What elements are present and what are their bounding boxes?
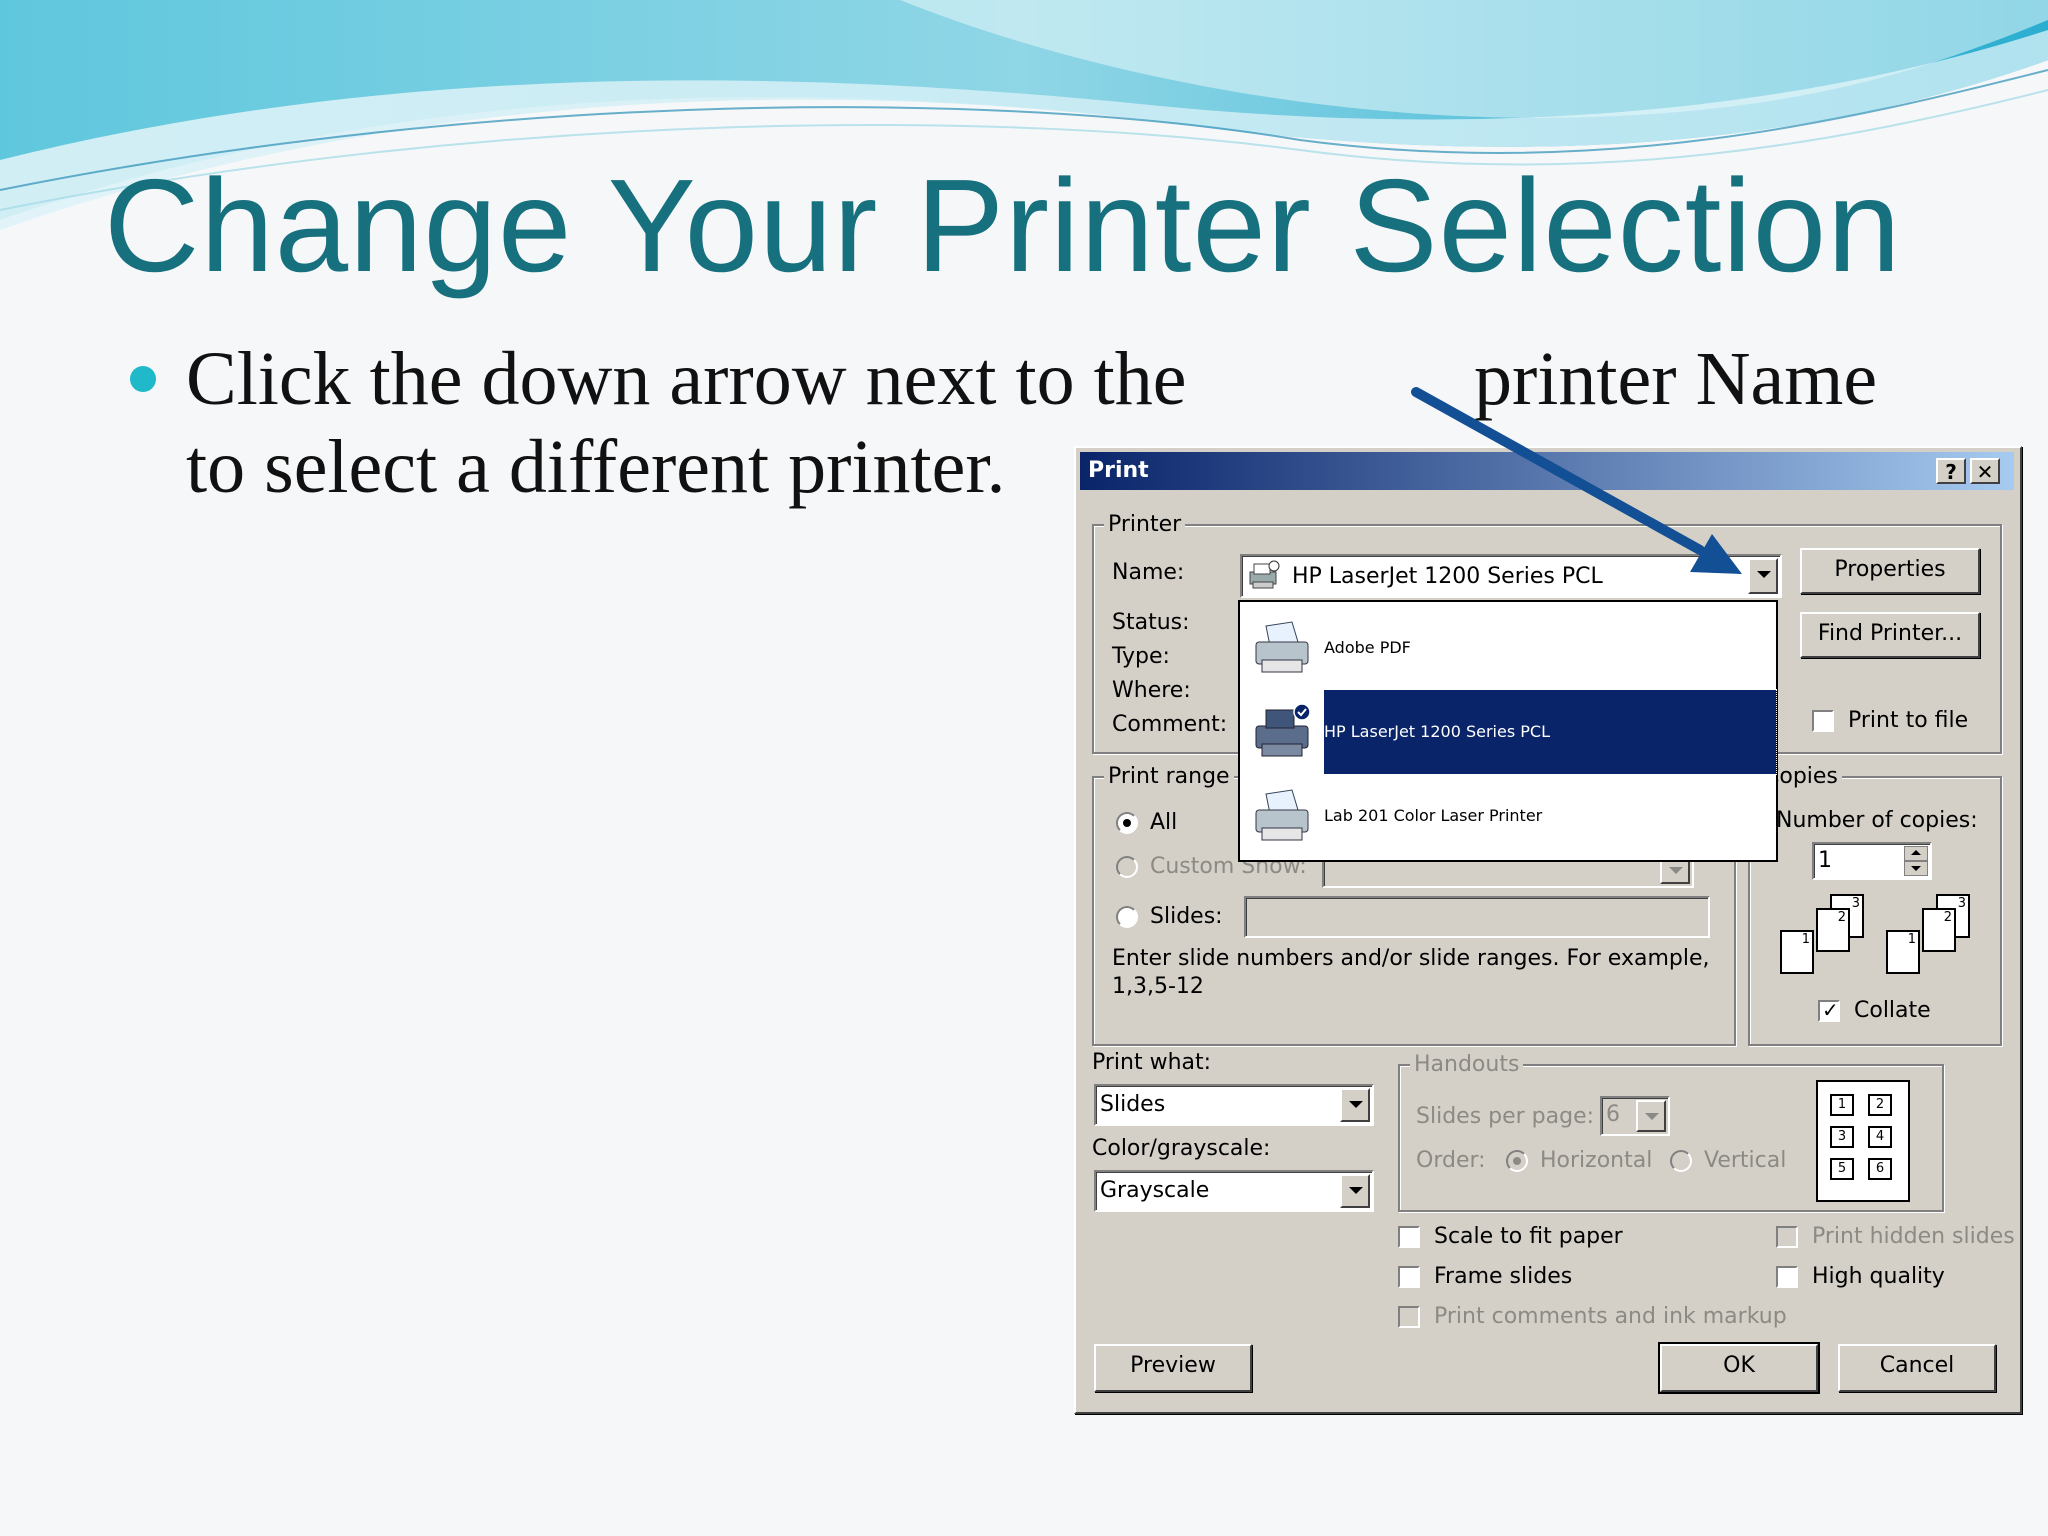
print-to-file-checkbox[interactable] bbox=[1812, 710, 1834, 732]
printer-icon bbox=[1249, 560, 1280, 589]
collate-icon-set1: 3 2 1 bbox=[1780, 894, 1880, 994]
handouts-group-label: Handouts bbox=[1410, 1052, 1524, 1077]
bullet-icon bbox=[130, 366, 156, 392]
order-vertical-label: Vertical bbox=[1704, 1148, 1787, 1173]
printer-option-label: Lab 201 Color Laser Printer bbox=[1324, 806, 1543, 825]
color-select[interactable]: Grayscale bbox=[1094, 1170, 1374, 1212]
print-range-label: Print range bbox=[1104, 764, 1234, 789]
range-slides-radio[interactable] bbox=[1116, 906, 1138, 928]
dialog-titlebar[interactable]: Print ? ✕ bbox=[1080, 452, 2014, 490]
print-comments-label: Print comments and ink markup bbox=[1434, 1304, 1787, 1329]
range-custom-show-radio[interactable] bbox=[1116, 856, 1138, 878]
order-vertical-radio[interactable] bbox=[1670, 1150, 1692, 1172]
range-hint-line2: 1,3,5-12 bbox=[1112, 974, 1204, 999]
printer-icon bbox=[1255, 621, 1309, 673]
comment-label: Comment: bbox=[1112, 712, 1228, 737]
slides-per-page-arrow-icon[interactable] bbox=[1636, 1100, 1666, 1132]
order-horizontal-radio[interactable] bbox=[1506, 1150, 1528, 1172]
slides-per-page-select[interactable]: 6 bbox=[1600, 1096, 1670, 1136]
cancel-button[interactable]: Cancel bbox=[1838, 1344, 1996, 1392]
range-all-label: All bbox=[1150, 810, 1178, 835]
print-what-value: Slides bbox=[1100, 1092, 1166, 1117]
color-arrow-icon[interactable] bbox=[1340, 1174, 1370, 1208]
print-what-label: Print what: bbox=[1092, 1050, 1212, 1075]
print-what-select[interactable]: Slides bbox=[1094, 1084, 1374, 1126]
collate-checkbox[interactable]: ✓ bbox=[1818, 998, 1840, 1022]
bullet-text-line2: to select a different printer. bbox=[186, 425, 1006, 509]
print-what-arrow-icon[interactable] bbox=[1340, 1088, 1370, 1122]
spin-down-icon[interactable] bbox=[1904, 861, 1928, 876]
printer-icon bbox=[1255, 789, 1309, 841]
print-hidden-checkbox[interactable] bbox=[1776, 1226, 1798, 1248]
color-label: Color/grayscale: bbox=[1092, 1136, 1271, 1161]
find-printer-button[interactable]: Find Printer... bbox=[1800, 612, 1980, 658]
range-hint-line1: Enter slide numbers and/or slide ranges.… bbox=[1112, 946, 1710, 971]
order-horizontal-label: Horizontal bbox=[1540, 1148, 1653, 1173]
dialog-title: Print bbox=[1088, 458, 1149, 483]
copies-value: 1 bbox=[1818, 848, 1832, 873]
printer-default-icon bbox=[1255, 704, 1311, 757]
status-label: Status: bbox=[1112, 610, 1190, 635]
slide-title: Change Your Printer Selection bbox=[104, 152, 1902, 299]
frame-slides-checkbox[interactable] bbox=[1398, 1266, 1420, 1288]
where-label: Where: bbox=[1112, 678, 1191, 703]
copies-label: Number of copies: bbox=[1776, 808, 1978, 833]
frame-slides-label: Frame slides bbox=[1434, 1264, 1573, 1289]
name-label: Name: bbox=[1112, 560, 1185, 585]
printer-name-value: HP LaserJet 1200 Series PCL bbox=[1292, 564, 1603, 589]
spin-up-icon[interactable] bbox=[1904, 846, 1928, 861]
printer-dropdown-list: Adobe PDF HP LaserJet 1200 Series PCL La… bbox=[1238, 600, 1778, 862]
slides-per-page-label: Slides per page: bbox=[1416, 1104, 1595, 1129]
slides-per-page-value: 6 bbox=[1606, 1102, 1620, 1127]
ok-button[interactable]: OK bbox=[1658, 1342, 1820, 1394]
copies-input[interactable]: 1 bbox=[1812, 842, 1932, 880]
collate-icon-set2: 3 2 1 bbox=[1886, 894, 1986, 994]
printer-option-adobe-pdf[interactable]: Adobe PDF bbox=[1240, 606, 1776, 690]
scale-to-fit-checkbox[interactable] bbox=[1398, 1226, 1420, 1248]
print-to-file-label: Print to file bbox=[1848, 708, 1969, 733]
handout-preview: 1 2 3 4 5 6 bbox=[1816, 1080, 1910, 1202]
close-button[interactable]: ✕ bbox=[1970, 458, 2000, 484]
printer-option-lab-201[interactable]: Lab 201 Color Laser Printer bbox=[1240, 774, 1776, 858]
bullet-text-line1b: printer Name bbox=[1474, 337, 1878, 421]
printer-name-select[interactable]: HP LaserJet 1200 Series PCL bbox=[1240, 554, 1782, 598]
printer-dropdown-arrow-icon[interactable] bbox=[1748, 558, 1778, 594]
printer-option-label: HP LaserJet 1200 Series PCL bbox=[1323, 689, 1777, 775]
properties-button[interactable]: Properties bbox=[1800, 548, 1980, 594]
high-quality-label: High quality bbox=[1812, 1264, 1945, 1289]
print-comments-checkbox[interactable] bbox=[1398, 1306, 1420, 1328]
scale-to-fit-label: Scale to fit paper bbox=[1434, 1224, 1623, 1249]
high-quality-checkbox[interactable] bbox=[1776, 1266, 1798, 1288]
help-button[interactable]: ? bbox=[1936, 458, 1966, 484]
printer-group-label: Printer bbox=[1104, 512, 1186, 537]
range-all-radio[interactable] bbox=[1116, 812, 1138, 834]
print-dialog: Print ? ✕ Printer Name: HP LaserJet 1200… bbox=[1074, 446, 2022, 1414]
slides-input[interactable] bbox=[1244, 896, 1710, 938]
bullet-text-line1a: Click the down arrow next to the bbox=[186, 337, 1187, 421]
printer-option-hp-laserjet[interactable]: HP LaserJet 1200 Series PCL bbox=[1240, 689, 1777, 775]
color-value: Grayscale bbox=[1100, 1178, 1210, 1203]
printer-option-label: Adobe PDF bbox=[1324, 638, 1411, 657]
order-label: Order: bbox=[1416, 1148, 1486, 1173]
range-slides-label: Slides: bbox=[1150, 904, 1223, 929]
preview-button[interactable]: Preview bbox=[1094, 1344, 1252, 1392]
type-label: Type: bbox=[1112, 644, 1170, 669]
collate-label: Collate bbox=[1854, 998, 1931, 1023]
print-hidden-label: Print hidden slides bbox=[1812, 1224, 2015, 1249]
